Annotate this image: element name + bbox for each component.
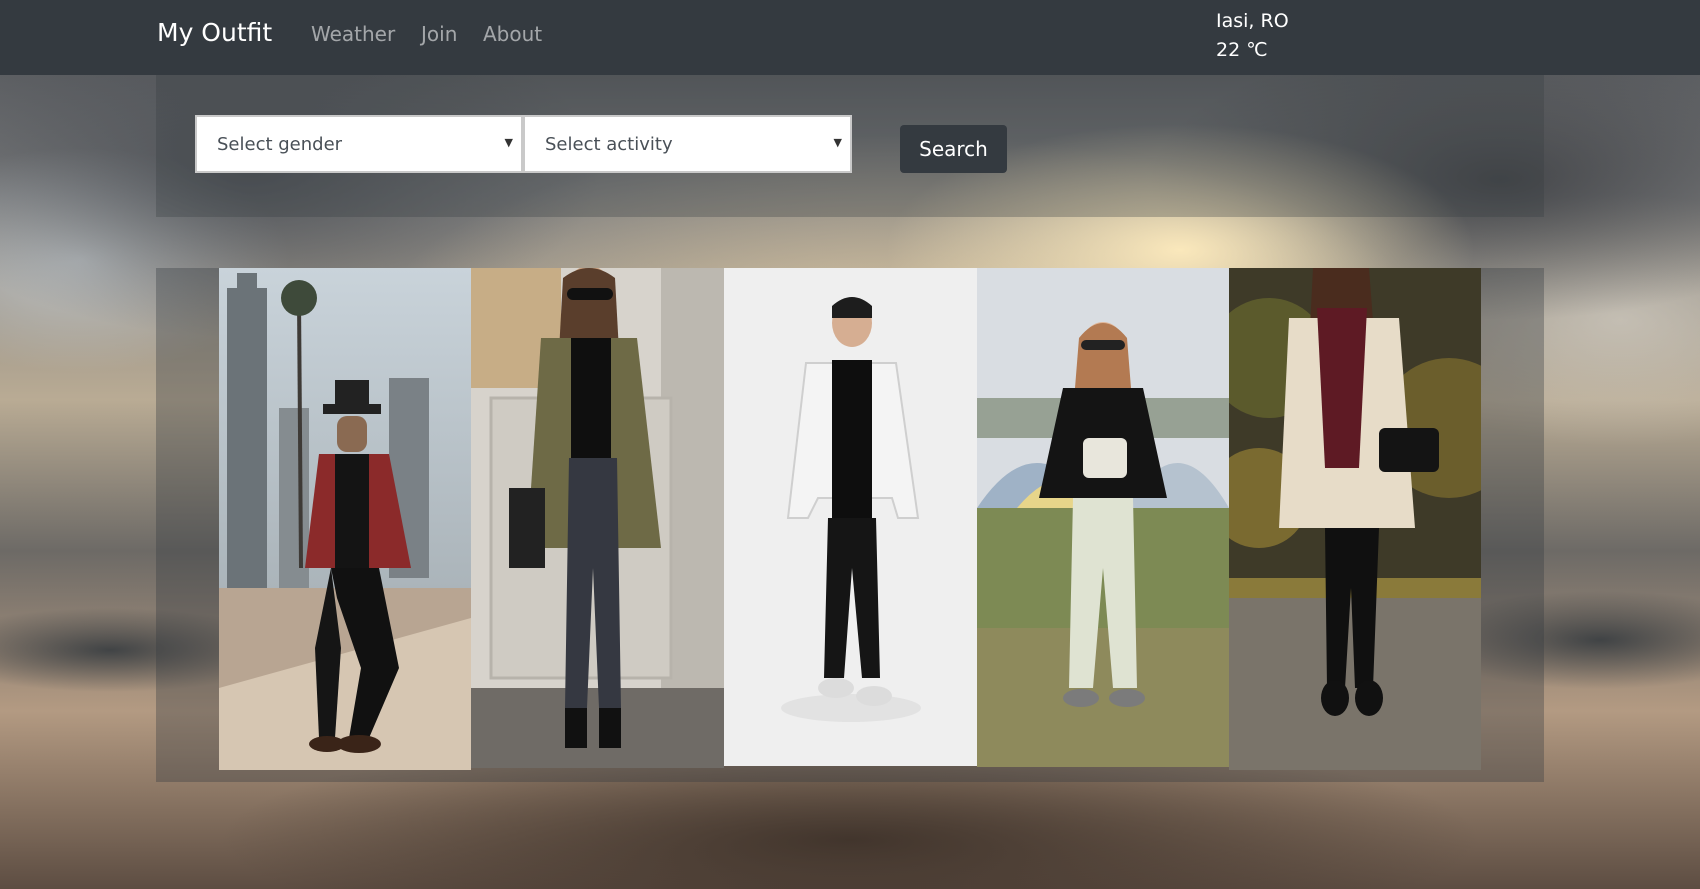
outfit-photo-woman-olive-jacket[interactable] (471, 268, 724, 768)
outfit-photo-man-white-jacket[interactable] (724, 268, 977, 766)
outfit-photo-man-hat[interactable] (219, 268, 471, 770)
weather-temperature: 22 ℃ (1216, 39, 1268, 61)
nav-link-weather[interactable]: Weather (311, 22, 395, 46)
activity-select-value: Select activity (545, 134, 673, 155)
chevron-down-icon: ▼ (833, 136, 842, 149)
search-panel: Select gender ▼ Select activity ▼ Search (156, 75, 1544, 217)
brand-logo[interactable]: My Outfit (157, 18, 272, 47)
activity-select[interactable]: Select activity ▼ (523, 115, 852, 173)
gender-select-value: Select gender (217, 134, 343, 155)
weather-widget: Iasi, RO 22 ℃ (1216, 7, 1289, 65)
chevron-down-icon: ▼ (504, 136, 513, 149)
search-button[interactable]: Search (900, 125, 1007, 173)
outfit-photo-woman-cream-coat[interactable] (1229, 268, 1481, 770)
outfit-photo-woman-hoodie[interactable] (977, 268, 1229, 767)
weather-location: Iasi, RO (1216, 10, 1289, 32)
nav-link-join[interactable]: Join (421, 22, 457, 46)
nav-link-about[interactable]: About (483, 22, 542, 46)
gender-select[interactable]: Select gender ▼ (195, 115, 523, 173)
navbar: My Outfit Weather Join About Iasi, RO 22… (0, 0, 1700, 75)
